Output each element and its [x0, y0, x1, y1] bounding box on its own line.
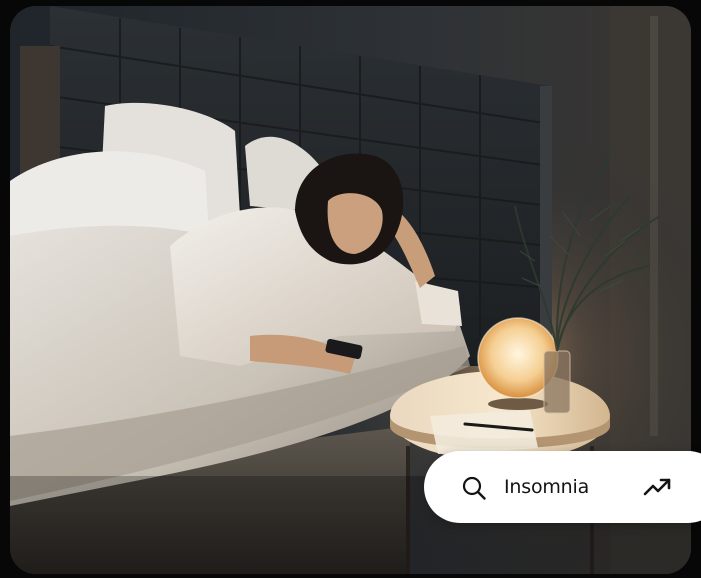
search-icon — [462, 476, 486, 500]
page-background: Insomnia — [0, 0, 701, 578]
trending-up-icon — [643, 478, 671, 496]
search-label: Insomnia — [504, 476, 590, 498]
search-suggestion-pill[interactable]: Insomnia — [424, 451, 701, 523]
